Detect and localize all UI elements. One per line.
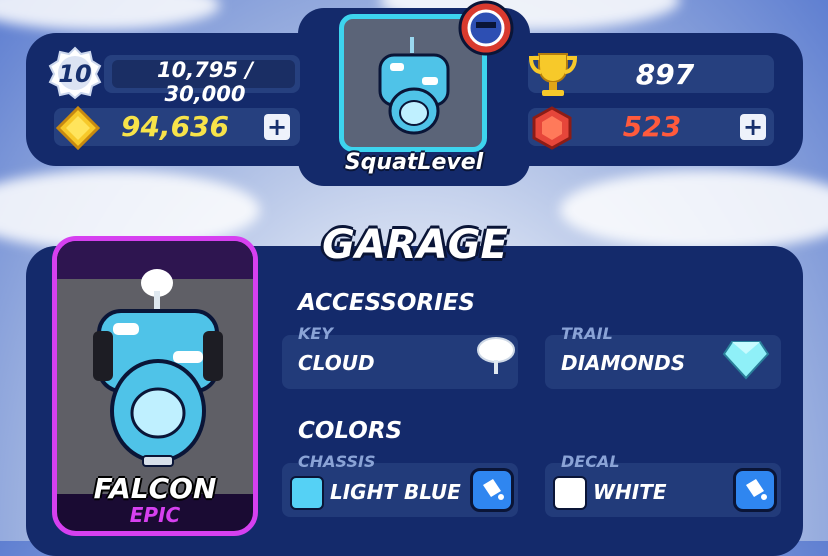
garage-title: GARAGE: [322, 222, 508, 268]
diamond-icon: [722, 341, 770, 380]
xp-text: 10,795 / 30,000: [156, 58, 254, 106]
player-level: 10: [58, 60, 92, 88]
background-cloud: [0, 0, 220, 30]
trail-value: DIAMONDS: [561, 351, 686, 375]
trophy-icon: [528, 53, 578, 96]
key-value: CLOUD: [298, 351, 375, 375]
car-rarity: EPIC: [129, 503, 181, 527]
rank-badge-icon: [458, 0, 514, 56]
decal-value: WHITE: [593, 480, 667, 504]
chassis-label: CHASSIS: [298, 452, 376, 471]
chassis-paint-button[interactable]: [470, 468, 514, 512]
car-thumbnail-icon: [378, 37, 450, 135]
coins-amount: 94,636: [120, 110, 230, 143]
paint-bucket-icon: [746, 479, 767, 500]
decal-label: DECAL: [561, 452, 620, 471]
chassis-value: LIGHT BLUE: [330, 480, 461, 504]
gem-icon: [532, 106, 572, 150]
decal-color-swatch: [553, 476, 587, 510]
gems-amount: 523: [622, 110, 682, 143]
falcon-car-icon: [93, 269, 223, 467]
add-gems-button[interactable]: +: [740, 114, 766, 140]
colors-title: COLORS: [298, 418, 403, 444]
decal-paint-button[interactable]: [733, 468, 777, 512]
background-cloud: [560, 170, 828, 250]
add-coins-button[interactable]: +: [264, 114, 290, 140]
trail-label: TRAIL: [561, 324, 613, 343]
key-label: KEY: [298, 324, 333, 343]
chassis-color-swatch: [290, 476, 324, 510]
player-name: SquatLevel: [344, 150, 484, 175]
coin-icon: [56, 106, 100, 150]
car-name: FALCON: [93, 472, 217, 505]
cloud-icon: [477, 337, 515, 374]
accessories-title: ACCESSORIES: [298, 290, 475, 316]
trophies-amount: 897: [635, 58, 695, 91]
paint-bucket-icon: [483, 479, 504, 500]
